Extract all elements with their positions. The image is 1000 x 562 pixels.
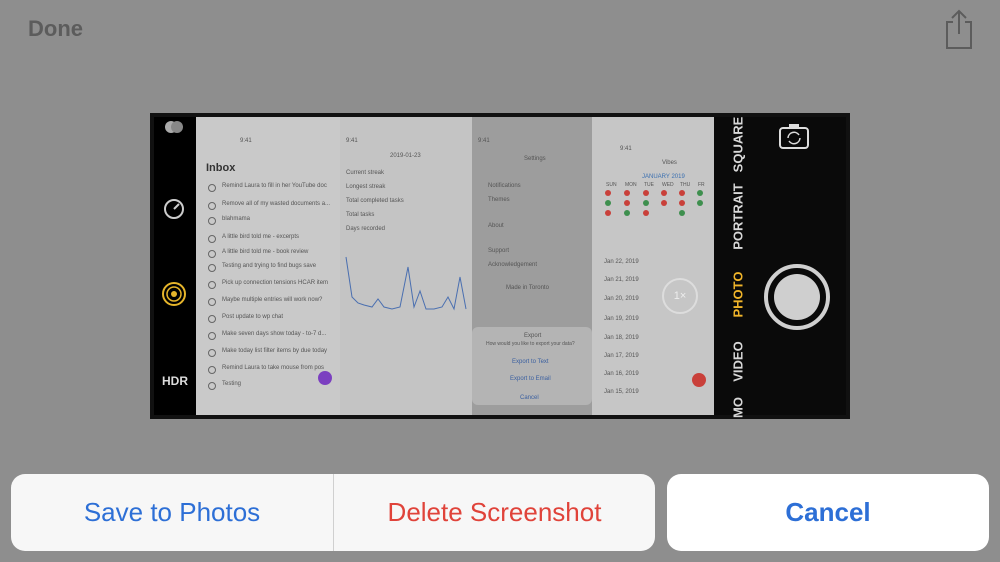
mode-video: VIDEO <box>730 341 746 382</box>
mode-photo: PHOTO <box>730 271 746 318</box>
vibes-day-header: SUN <box>606 182 617 188</box>
vibes-day-header: THU <box>680 182 691 188</box>
vibes-date-row: Jan 17, 2019 <box>604 353 639 359</box>
stats-row: Current streak <box>346 170 385 176</box>
inbox-time: 9:41 <box>240 138 252 144</box>
stats-time: 9:41 <box>346 138 358 144</box>
stats-pane: 9:41 2019-01-23 Current streak Longest s… <box>340 117 472 415</box>
inbox-title: Inbox <box>206 162 236 174</box>
hdr-label: HDR <box>162 374 188 388</box>
vibes-calendar-grid <box>605 190 703 216</box>
action-sheet-group: Save to Photos Delete Screenshot <box>11 474 655 551</box>
vibes-date-row: Jan 20, 2019 <box>604 296 639 302</box>
export-title: Export <box>524 333 542 339</box>
settings-title: Settings <box>524 156 546 162</box>
export-email-option: Export to Email <box>510 376 551 382</box>
heart-icon <box>692 373 706 387</box>
save-to-photos-button[interactable]: Save to Photos <box>11 474 333 551</box>
vibes-date-row: Jan 19, 2019 <box>604 316 639 322</box>
settings-item: About <box>488 223 504 229</box>
settings-item: Acknowledgement <box>488 262 538 268</box>
stats-row: Days recorded <box>346 226 386 232</box>
settings-pane: 9:41 Settings Notifications Themes About… <box>472 117 592 415</box>
cancel-button[interactable]: Cancel <box>667 474 989 551</box>
stats-line-graph <box>345 256 467 311</box>
vibes-pane: 9:41 Vibes JANUARY 2019 SUN MON TUE WED … <box>592 117 714 415</box>
timer-icon <box>164 199 184 219</box>
export-cancel-option: Cancel <box>520 395 539 401</box>
vibes-day-header: FR <box>698 182 705 188</box>
inbox-pane: 9:41 Inbox Remind Laura to fill in her Y… <box>196 117 340 415</box>
export-sheet: Export How would you like to export your… <box>472 327 592 405</box>
vibes-day-header: WED <box>662 182 674 188</box>
flip-camera-icon <box>779 124 809 149</box>
vibes-time: 9:41 <box>620 146 632 152</box>
settings-item: Themes <box>488 197 510 203</box>
settings-item: Support <box>488 248 510 254</box>
vibes-date-row: Jan 15, 2019 <box>604 389 639 395</box>
top-bar: Done <box>0 0 1000 60</box>
vibes-day-header: TUE <box>644 182 654 188</box>
done-button[interactable]: Done <box>28 16 83 42</box>
live-photo-icon <box>165 121 183 133</box>
export-subtitle: How would you like to export your data? <box>486 341 575 347</box>
vibes-date-row: Jan 16, 2019 <box>604 371 639 377</box>
settings-item: Notifications <box>488 183 521 189</box>
mode-portrait: PORTRAIT <box>730 183 746 250</box>
stats-row: Longest streak <box>346 184 386 190</box>
mode-square: SQUARE <box>730 116 746 173</box>
add-task-button <box>318 371 332 385</box>
mode-slomo: MO <box>730 397 746 418</box>
vibes-date-row: Jan 22, 2019 <box>604 259 639 265</box>
export-text-option: Export to Text <box>512 359 549 365</box>
vibes-date-row: Jan 18, 2019 <box>604 335 639 341</box>
vibes-month: JANUARY 2019 <box>642 174 685 180</box>
vibes-day-header: MON <box>625 182 637 188</box>
vibes-title: Vibes <box>662 160 677 166</box>
screenshot-content: 9:41 Inbox Remind Laura to fill in her Y… <box>196 117 714 415</box>
zoom-button: 1× <box>662 278 698 314</box>
stats-date: 2019-01-23 <box>390 153 421 159</box>
delete-screenshot-button[interactable]: Delete Screenshot <box>334 474 655 551</box>
stats-row: Total tasks <box>346 212 375 218</box>
settings-time: 9:41 <box>478 138 490 144</box>
vibes-date-row: Jan 21, 2019 <box>604 277 639 283</box>
shutter-inner <box>774 274 820 320</box>
made-in-label: Made in Toronto <box>506 285 549 291</box>
camera-left-strip <box>154 117 196 415</box>
flash-icon <box>162 282 186 306</box>
stats-row: Total completed tasks <box>346 198 404 204</box>
share-icon[interactable] <box>944 8 974 50</box>
shutter-button <box>764 264 830 330</box>
